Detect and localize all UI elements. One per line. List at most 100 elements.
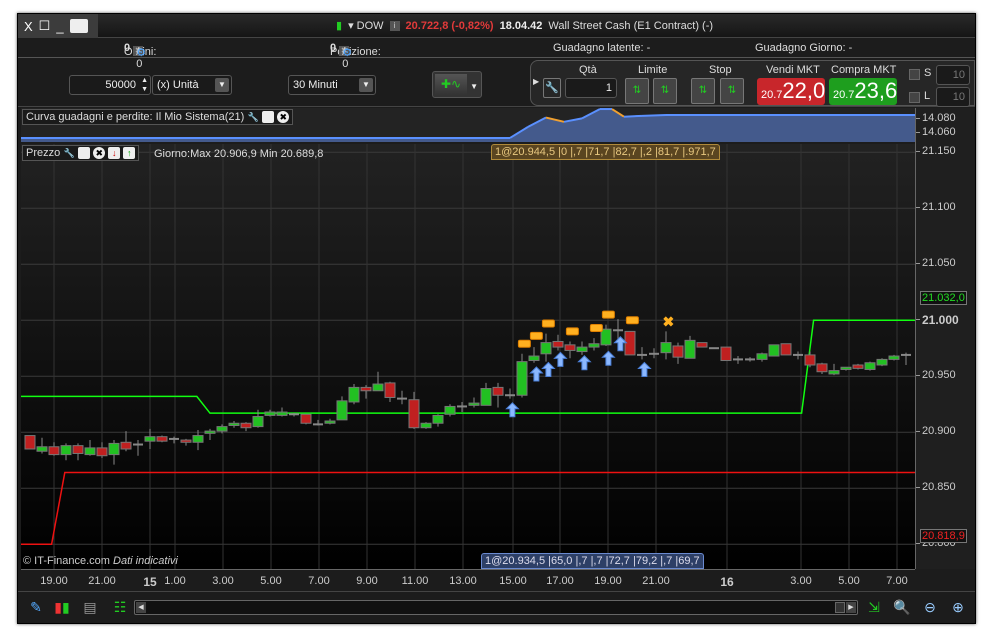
buy-market-button[interactable]: 20.723,6 <box>829 78 897 105</box>
candle-type-icon[interactable]: ▮▮ <box>52 597 72 617</box>
clock: 18.04.42 <box>499 19 543 32</box>
candle-bullish <box>840 366 852 370</box>
candle-bullish <box>444 405 456 415</box>
expand-icon[interactable]: ▶ <box>533 77 539 86</box>
close-button[interactable]: X <box>24 19 33 34</box>
sell-market-button[interactable]: 20.722,0 <box>757 78 825 105</box>
scroll-thumb[interactable] <box>835 602 845 613</box>
scroll-right-button[interactable]: ▶ <box>846 602 856 613</box>
candle-bearish <box>852 364 864 369</box>
draw-tool-icon[interactable]: ✎ <box>26 597 46 617</box>
zoom-vertical-icon[interactable]: 🔍 <box>892 597 912 617</box>
keyboard-icon[interactable] <box>69 19 88 33</box>
candle-bullish <box>264 411 276 416</box>
position-info: Posizione: 0 ✖ / 0 ⚙ <box>330 42 381 70</box>
scroll-left-button[interactable]: ◀ <box>136 602 146 613</box>
wrench-icon[interactable]: 🔧 <box>543 78 561 98</box>
account-info-bar: Ordini: 0 ✖ / 0⚙ Posizione: 0 ✖ / 0⚙ Gua… <box>18 38 975 70</box>
maximize-icon[interactable] <box>78 147 91 159</box>
close-icon[interactable]: ✖ <box>93 147 106 159</box>
sell-prefix: 20.7 <box>761 89 783 101</box>
limit-order-icon: ⇅ <box>660 85 670 96</box>
time-tick-label: 19.00 <box>594 575 622 587</box>
candle-bearish <box>672 345 684 358</box>
candle-bullish <box>432 414 444 424</box>
candle-doji <box>793 353 803 356</box>
red-line-marker: 20.818,9 <box>920 529 967 543</box>
stop-order-icon: ⇅ <box>727 85 737 96</box>
candlestick-chart[interactable]: ✖ <box>21 144 915 569</box>
equity-tick: 14.060 <box>916 126 956 138</box>
zoom-out-icon[interactable]: ⊖ <box>920 597 940 617</box>
wrench-icon[interactable]: 🔧 <box>63 147 75 159</box>
stop-buy-button[interactable]: ⇅ <box>691 78 715 104</box>
symbol-dropdown[interactable]: ▾ DOW <box>348 19 383 32</box>
unit-select[interactable]: (x) Unità ▼ <box>152 75 232 95</box>
l-input[interactable]: 10 <box>936 87 970 107</box>
wrench-icon[interactable]: 🔧 <box>247 111 259 123</box>
autoscale-icon[interactable]: ⇲ <box>864 597 884 617</box>
limit-buy-button[interactable]: ⇅ <box>625 78 649 104</box>
buy-arrow-icon <box>505 402 520 418</box>
candle-bullish <box>768 344 780 357</box>
candle-bearish <box>804 354 816 366</box>
sell-order-icon[interactable]: ↓ <box>108 147 121 159</box>
close-icon[interactable]: ✖ <box>277 111 290 123</box>
candle-bearish <box>180 439 192 443</box>
stop-label: Stop <box>709 64 732 76</box>
price-panel-title: Prezzo <box>26 147 61 159</box>
time-tick-label: 21.00 <box>642 575 670 587</box>
equity-curve-panel: Curva guadagni e perdite: Il Mio Sistema… <box>21 108 915 142</box>
strategy-button[interactable]: ✚∿ ▼ <box>432 71 482 98</box>
order-marker <box>601 310 615 319</box>
stepper-arrows-icon[interactable]: ▲ ▼ <box>141 76 148 94</box>
buy-order-icon[interactable]: ↑ <box>123 147 136 159</box>
quantity-value: 50000 <box>105 79 136 91</box>
time-tick-label: 16 <box>720 575 734 589</box>
price-tick-label: 21.000 <box>916 313 959 328</box>
buy-arrow-icon <box>529 366 544 382</box>
buy-arrow-icon <box>577 355 592 371</box>
indicators-icon[interactable]: ▤ <box>80 597 100 617</box>
buy-arrow-icon <box>541 361 556 377</box>
price-chart[interactable]: ✖ Prezzo 🔧 ✖ ↓ ↑ Giorno:Max 20.906,9 Min 20.… <box>21 144 915 569</box>
chevron-down-icon: ▼ <box>470 82 478 91</box>
candle-bullish <box>108 442 120 456</box>
stop-sell-button[interactable]: ⇅ <box>720 78 744 104</box>
candle-doji <box>289 413 299 416</box>
symbol-label: DOW <box>356 20 384 32</box>
zoom-in-icon[interactable]: ⊕ <box>948 597 968 617</box>
cancel-x-icon: ✖ <box>663 313 675 329</box>
time-axis[interactable]: 19.00 21.00 15 1.00 3.00 5.00 7.00 9.00 11.00 13.… <box>21 569 915 591</box>
candle-doji <box>649 352 659 355</box>
instrument-name: Wall Street Cash (E1 Contract) (-) <box>548 19 714 32</box>
qty-input[interactable]: 1 <box>565 78 617 98</box>
time-tick-label: 15 <box>143 575 157 589</box>
s-label: S <box>924 67 932 79</box>
order-book-icon[interactable]: ☷ <box>110 597 130 617</box>
s-checkbox[interactable] <box>909 69 920 80</box>
restore-button[interactable]: ☐ <box>39 18 51 34</box>
copyright: © IT-Finance.com Dati indicativi <box>23 555 178 567</box>
info-icon[interactable]: i <box>389 20 400 31</box>
time-tick-label: 3.00 <box>212 575 234 587</box>
candle-bullish <box>528 355 540 362</box>
quantity-stepper[interactable]: 50000 ▲ ▼ <box>69 75 151 95</box>
minimize-button[interactable]: _ <box>56 19 63 34</box>
l-checkbox[interactable] <box>909 92 920 103</box>
timeframe-select[interactable]: 30 Minuti ▼ <box>288 75 376 95</box>
candle-bearish <box>96 447 108 457</box>
time-tick-label: 15.00 <box>499 575 527 587</box>
s-input[interactable]: 10 <box>936 65 970 85</box>
chart-scrollbar[interactable]: ◀ ▶ <box>134 600 858 615</box>
maximize-icon[interactable] <box>262 111 275 123</box>
time-tick-label: 17.00 <box>546 575 574 587</box>
price-tick-label: 21.100 <box>916 201 956 214</box>
orders-info: Ordini: 0 ✖ / 0⚙ <box>124 42 156 70</box>
candle-bearish <box>720 346 732 362</box>
limit-sell-button[interactable]: ⇅ <box>653 78 677 104</box>
price-axis[interactable]: 14.080 14.060 21.150 21.100 21.050 21.000 20… <box>915 108 975 569</box>
candle-bullish <box>276 411 288 416</box>
unit-value: (x) Unità <box>157 79 199 91</box>
candle-bearish <box>360 386 372 392</box>
